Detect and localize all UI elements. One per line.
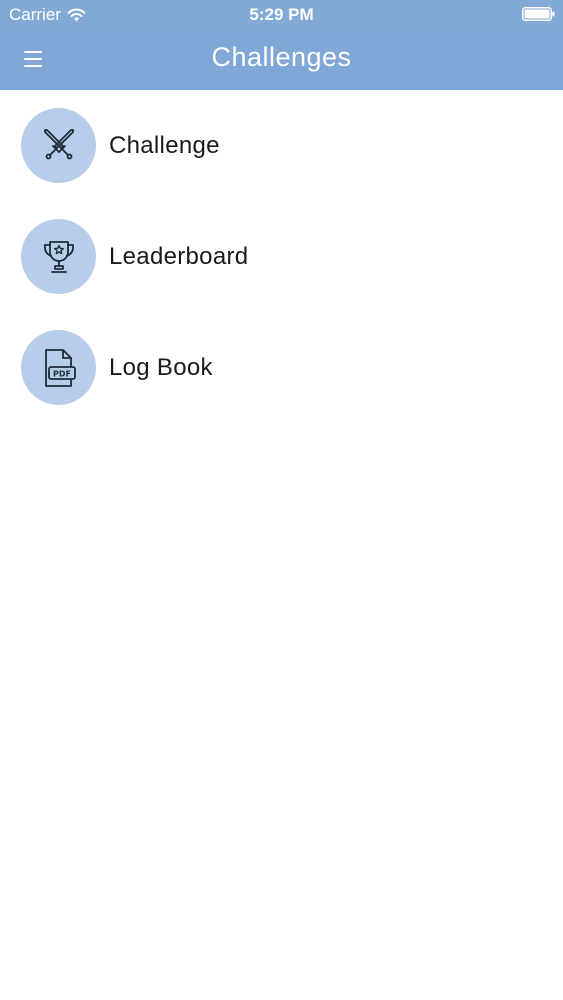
pdf-document-icon: PDF: [44, 348, 76, 387]
challenge-icon-circle: [21, 108, 96, 183]
menu-item-challenge[interactable]: Challenge: [0, 90, 563, 201]
log-book-icon-circle: PDF: [21, 330, 96, 405]
header: Carrier 5:29 PM Challenges: [0, 0, 563, 90]
menu-item-label: Log Book: [109, 353, 213, 381]
menu-item-log-book[interactable]: PDF Log Book: [0, 312, 563, 423]
menu-list: Challenge Leaderboard PDF Log Book: [0, 90, 563, 423]
status-bar: Carrier 5:29 PM: [0, 0, 563, 30]
trophy-icon: [43, 240, 74, 273]
nav-bar: Challenges: [0, 30, 563, 90]
page-title: Challenges: [211, 42, 352, 72]
menu-item-label: Leaderboard: [109, 242, 249, 270]
menu-item-label: Challenge: [109, 131, 220, 159]
status-time: 5:29 PM: [249, 5, 314, 24]
crossed-swords-icon: [43, 128, 74, 159]
menu-item-leaderboard[interactable]: Leaderboard: [0, 201, 563, 312]
leaderboard-icon-circle: [21, 219, 96, 294]
svg-text:PDF: PDF: [53, 369, 71, 378]
battery-icon: [522, 7, 555, 21]
